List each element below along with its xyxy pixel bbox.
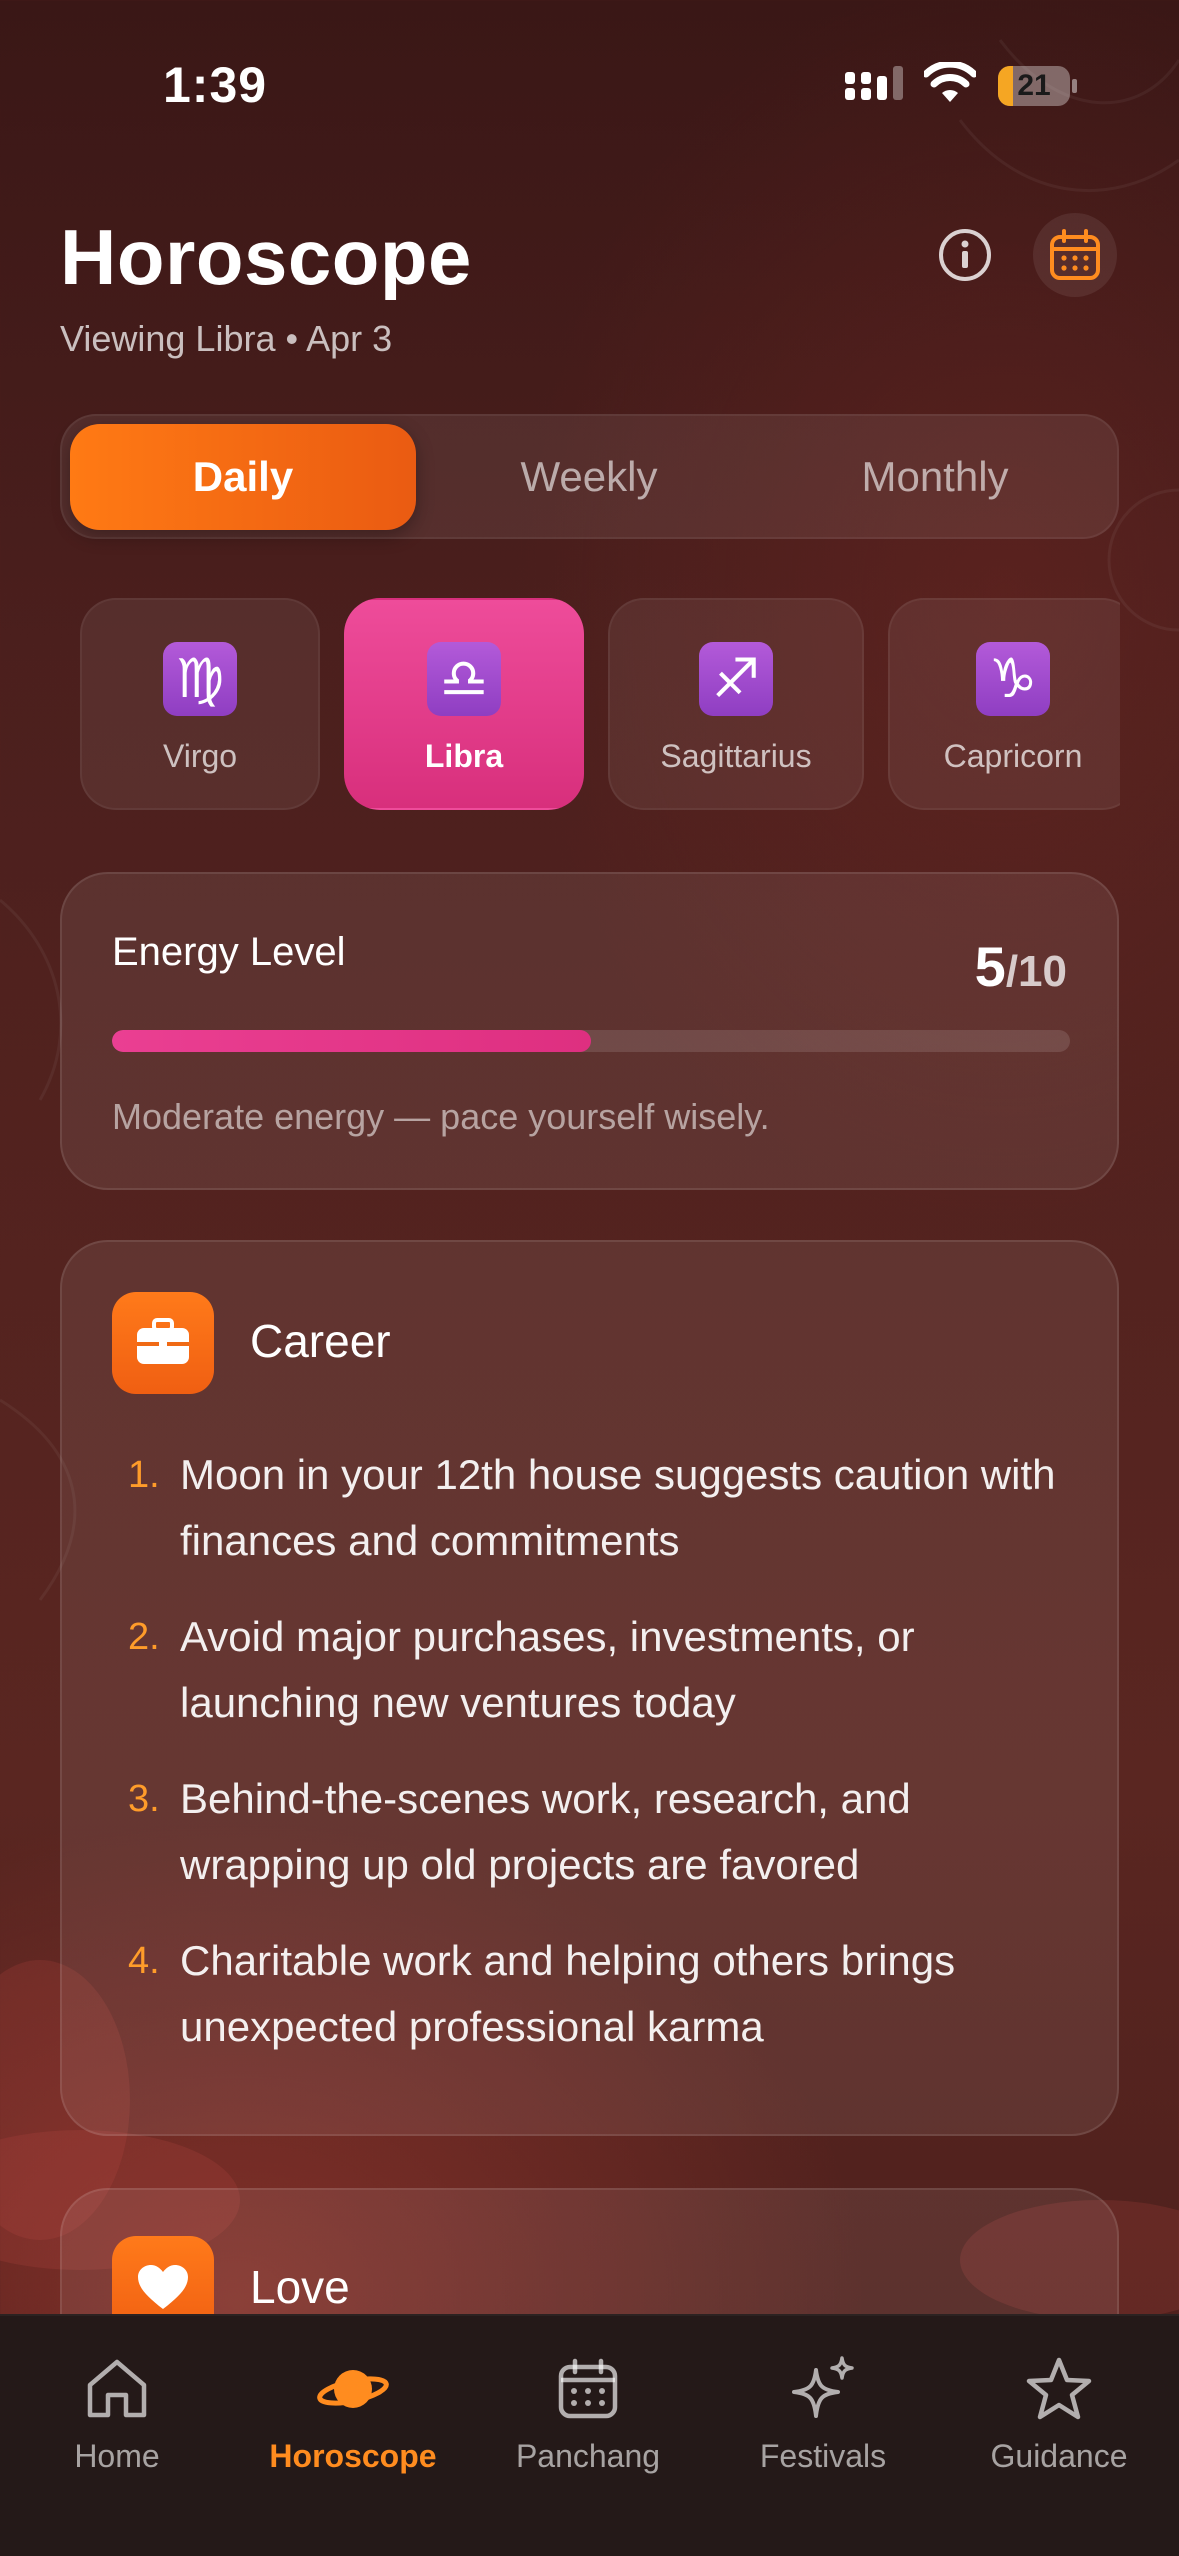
tab-label: Panchang: [515, 2438, 661, 2474]
tab-label: Festivals: [759, 2438, 887, 2474]
career-list: 1. Moon in your 12th house suggests caut…: [128, 1442, 1088, 2090]
energy-max: /10: [1005, 947, 1067, 996]
zodiac-card-libra[interactable]: ♎ Libra: [344, 598, 584, 810]
tab-daily[interactable]: Daily: [70, 424, 416, 530]
status-time: 1:39: [163, 57, 268, 113]
tab-horoscope[interactable]: Horoscope: [253, 2352, 453, 2475]
love-title: Love: [250, 2261, 350, 2313]
libra-icon: ♎: [427, 642, 501, 716]
list-item: 3. Behind-the-scenes work, research, and…: [128, 1766, 1088, 1898]
bottom-tab-bar: Home Horoscope Panchang Festivals Guidan…: [0, 2314, 1179, 2556]
energy-progress-fill: [112, 1030, 591, 1052]
sparkles-icon: [792, 2356, 854, 2418]
tab-monthly[interactable]: Monthly: [762, 424, 1108, 530]
list-item: 2. Avoid major purchases, investments, o…: [128, 1604, 1088, 1736]
wifi-icon: [924, 62, 976, 102]
page-title: Horoscope: [60, 213, 472, 301]
calendar-button[interactable]: [1033, 213, 1117, 297]
tab-home[interactable]: Home: [17, 2352, 217, 2475]
planet-icon: [317, 2370, 389, 2408]
capricorn-icon: ♑: [976, 642, 1050, 716]
battery-level: 21: [1017, 69, 1051, 102]
energy-level-card: Energy Level 5/10 Moderate energy — pace…: [60, 872, 1119, 1190]
tab-label: Horoscope: [269, 2438, 437, 2474]
heart-icon: [138, 2265, 188, 2309]
home-icon: [87, 2359, 147, 2418]
star-icon: [1026, 2357, 1092, 2420]
zodiac-name: Libra: [424, 738, 504, 774]
energy-description: Moderate energy — pace yourself wisely.: [112, 1096, 770, 1137]
list-number: 3.: [128, 1778, 160, 1820]
energy-progress-bar: [112, 1030, 1070, 1052]
tab-weekly[interactable]: Weekly: [416, 424, 762, 530]
list-text: Avoid major purchases, investments, or l…: [180, 1613, 915, 1726]
zodiac-card-virgo[interactable]: ♍ Virgo: [80, 598, 320, 810]
zodiac-card-capricorn[interactable]: ♑ Capricorn: [888, 598, 1120, 810]
tab-label: Home: [74, 2438, 160, 2474]
list-text: Moon in your 12th house suggests caution…: [180, 1451, 1056, 1564]
battery-indicator: 21: [998, 66, 1077, 106]
energy-label: Energy Level: [112, 930, 346, 974]
list-text: Charitable work and helping others bring…: [180, 1937, 956, 2050]
info-button[interactable]: [930, 220, 1000, 290]
period-segmented-control: Daily Weekly Monthly: [60, 414, 1119, 539]
zodiac-name: Virgo: [162, 738, 238, 774]
page-subtitle: Viewing Libra • Apr 3: [60, 318, 393, 359]
zodiac-name: Capricorn: [943, 738, 1083, 774]
tab-guidance[interactable]: Guidance: [959, 2352, 1159, 2475]
list-number: 4.: [128, 1940, 160, 1982]
calendar-icon: [558, 2358, 618, 2419]
list-item: 4. Charitable work and helping others br…: [128, 1928, 1088, 2060]
tab-festivals[interactable]: Festivals: [723, 2352, 923, 2475]
zodiac-name: Sagittarius: [660, 738, 812, 774]
career-icon-badge: [112, 1292, 214, 1394]
zodiac-card-sagittarius[interactable]: ♐ Sagittarius: [608, 598, 864, 810]
list-number: 1.: [128, 1454, 160, 1496]
list-text: Behind-the-scenes work, research, and wr…: [180, 1775, 911, 1888]
energy-value: 5: [974, 935, 1006, 998]
tab-label: Guidance: [990, 2438, 1128, 2474]
tab-panchang[interactable]: Panchang: [488, 2352, 688, 2475]
calendar-icon: [1050, 229, 1100, 280]
career-title: Career: [250, 1315, 391, 1367]
cellular-signal-icon: [845, 66, 903, 100]
status-bar: 1:39 21: [0, 0, 1179, 150]
energy-score: 5/10: [975, 934, 1067, 999]
list-number: 2.: [128, 1616, 160, 1658]
info-icon: [939, 229, 991, 281]
sagittarius-icon: ♐: [699, 642, 773, 716]
virgo-icon: ♍: [163, 642, 237, 716]
career-card: Career 1. Moon in your 12th house sugges…: [60, 1240, 1119, 2136]
list-item: 1. Moon in your 12th house suggests caut…: [128, 1442, 1088, 1574]
zodiac-selector: ♍ Virgo ♎ Libra ♐ Sagittarius ♑ Capricor…: [80, 598, 1120, 810]
briefcase-icon: [137, 1318, 189, 1364]
